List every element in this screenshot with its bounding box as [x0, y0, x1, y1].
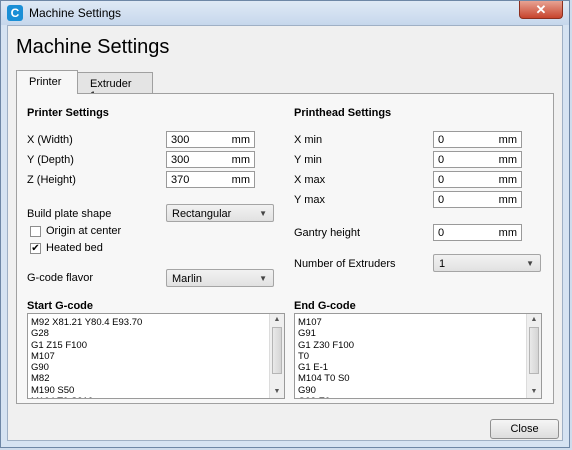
gcode-line: M82	[31, 373, 50, 385]
machine-settings-window: C Machine Settings ✕ Machine Settings Pr…	[0, 0, 570, 448]
chevron-down-icon: ▼	[526, 259, 534, 268]
depth-field[interactable]: 300 mm	[166, 151, 255, 168]
end-gcode-scrollbar[interactable]: ▲ ▼	[526, 314, 541, 398]
end-gcode-lines: M107G91G1 Z30 F100T0G1 E-1M104 T0 S0G90G…	[298, 317, 525, 398]
gcode-line: M107	[298, 317, 322, 328]
x-max-field[interactable]: 0 mm	[433, 171, 522, 188]
chevron-down-icon: ▼	[259, 274, 267, 283]
end-gcode-editor[interactable]: M107G91G1 Z30 F100T0G1 E-1M104 T0 S0G90G…	[294, 313, 542, 399]
gcode-line: M104 T0 S210	[31, 396, 268, 398]
gcode-line: G1 E-1	[298, 362, 329, 374]
gcode-flavor-value: Marlin	[172, 273, 202, 285]
chevron-down-icon: ▼	[259, 209, 267, 218]
y-max-unit: mm	[498, 194, 517, 206]
height-label: Z (Height)	[27, 174, 76, 186]
build-plate-shape-value: Rectangular	[172, 208, 232, 220]
gantry-height-value: 0	[438, 227, 445, 239]
gcode-line: M104 T0 S0	[298, 373, 350, 385]
depth-value: 300	[171, 154, 190, 166]
y-max-value: 0	[438, 194, 445, 206]
y-min-unit: mm	[498, 154, 517, 166]
gcode-line: G92 E0	[298, 396, 525, 398]
gcode-line: M92 X81.21 Y80.4 E93.70	[31, 317, 143, 328]
width-field[interactable]: 300 mm	[166, 131, 255, 148]
heated-bed-label: Heated bed	[46, 242, 103, 254]
app-icon: C	[7, 5, 23, 21]
gcode-line: T0	[298, 350, 310, 362]
gcode-line: G90	[298, 384, 316, 396]
x-min-field[interactable]: 0 mm	[433, 131, 522, 148]
tab-extruder-1[interactable]: Extruder 1	[77, 72, 153, 102]
height-unit: mm	[231, 174, 250, 186]
height-value: 370	[171, 174, 190, 186]
gcode-line: G1 Z15 F100	[31, 339, 87, 351]
number-of-extruders-label: Number of Extruders	[294, 258, 396, 270]
gantry-height-label: Gantry height	[294, 227, 361, 239]
width-value: 300	[171, 134, 190, 146]
gcode-line: G1 Z30 F100	[298, 339, 354, 351]
y-min-field[interactable]: 0 mm	[433, 151, 522, 168]
close-button[interactable]: Close	[490, 419, 559, 439]
scroll-down-icon[interactable]: ▼	[270, 386, 284, 398]
origin-at-center-label: Origin at center	[46, 225, 122, 237]
heated-bed-checkbox[interactable]: ✔	[30, 243, 41, 254]
checkmark-icon: ✔	[31, 243, 40, 254]
title-bar: C Machine Settings ✕	[1, 1, 569, 25]
window-close-button[interactable]: ✕	[519, 1, 563, 19]
depth-unit: mm	[231, 154, 250, 166]
window-title: Machine Settings	[29, 6, 122, 20]
gcode-flavor-select[interactable]: Marlin ▼	[166, 269, 274, 287]
x-max-label: X max	[294, 174, 326, 186]
start-gcode-editor[interactable]: M92 X81.21 Y80.4 E93.70 G28 G1 Z15 F100 M10…	[27, 313, 285, 399]
y-max-label: Y max	[294, 194, 325, 206]
origin-at-center-checkbox[interactable]	[30, 226, 41, 237]
y-min-label: Y min	[294, 154, 322, 166]
scroll-down-icon[interactable]: ▼	[527, 386, 541, 398]
gcode-flavor-label: G-code flavor	[27, 272, 94, 284]
number-of-extruders-value: 1	[439, 258, 446, 270]
scroll-up-icon[interactable]: ▲	[270, 314, 284, 326]
tab-printer[interactable]: Printer	[16, 70, 78, 94]
y-max-field[interactable]: 0 mm	[433, 191, 522, 208]
x-min-value: 0	[438, 134, 445, 146]
x-max-unit: mm	[498, 174, 517, 186]
gantry-height-field[interactable]: 0 mm	[433, 224, 522, 241]
scroll-up-icon[interactable]: ▲	[527, 314, 541, 326]
tab-printer-label: Printer	[29, 76, 62, 88]
printer-tab-panel: Printer Settings X (Width) 300 mm Y (Dep…	[16, 93, 554, 404]
width-unit: mm	[231, 134, 250, 146]
height-field[interactable]: 370 mm	[166, 171, 255, 188]
page-title: Machine Settings	[16, 36, 170, 58]
printhead-settings-heading: Printhead Settings	[294, 107, 392, 119]
gcode-line: G28	[31, 328, 49, 340]
depth-label: Y (Depth)	[27, 154, 74, 166]
gantry-height-unit: mm	[498, 227, 517, 239]
end-gcode-heading: End G-code	[294, 300, 356, 312]
gcode-line: G91	[298, 328, 316, 340]
start-gcode-heading: Start G-code	[27, 300, 94, 312]
scroll-thumb[interactable]	[272, 327, 282, 374]
start-gcode-lines: M92 X81.21 Y80.4 E93.70 G28 G1 Z15 F100 M10…	[31, 317, 268, 398]
start-gcode-scrollbar[interactable]: ▲ ▼	[269, 314, 284, 398]
y-min-value: 0	[438, 154, 445, 166]
build-plate-shape-select[interactable]: Rectangular ▼	[166, 204, 274, 222]
gcode-line: M190 S50	[31, 384, 75, 396]
gcode-line: M107	[31, 350, 55, 362]
scroll-thumb[interactable]	[529, 327, 539, 374]
printer-settings-heading: Printer Settings	[27, 107, 109, 119]
dialog-body: Machine Settings Printer Extruder 1 Prin…	[7, 25, 563, 441]
width-label: X (Width)	[27, 134, 73, 146]
x-max-value: 0	[438, 174, 445, 186]
x-min-label: X min	[294, 134, 323, 146]
number-of-extruders-select[interactable]: 1 ▼	[433, 254, 541, 272]
gcode-line: G90	[31, 362, 49, 374]
build-plate-label: Build plate shape	[27, 208, 112, 220]
x-min-unit: mm	[498, 134, 517, 146]
